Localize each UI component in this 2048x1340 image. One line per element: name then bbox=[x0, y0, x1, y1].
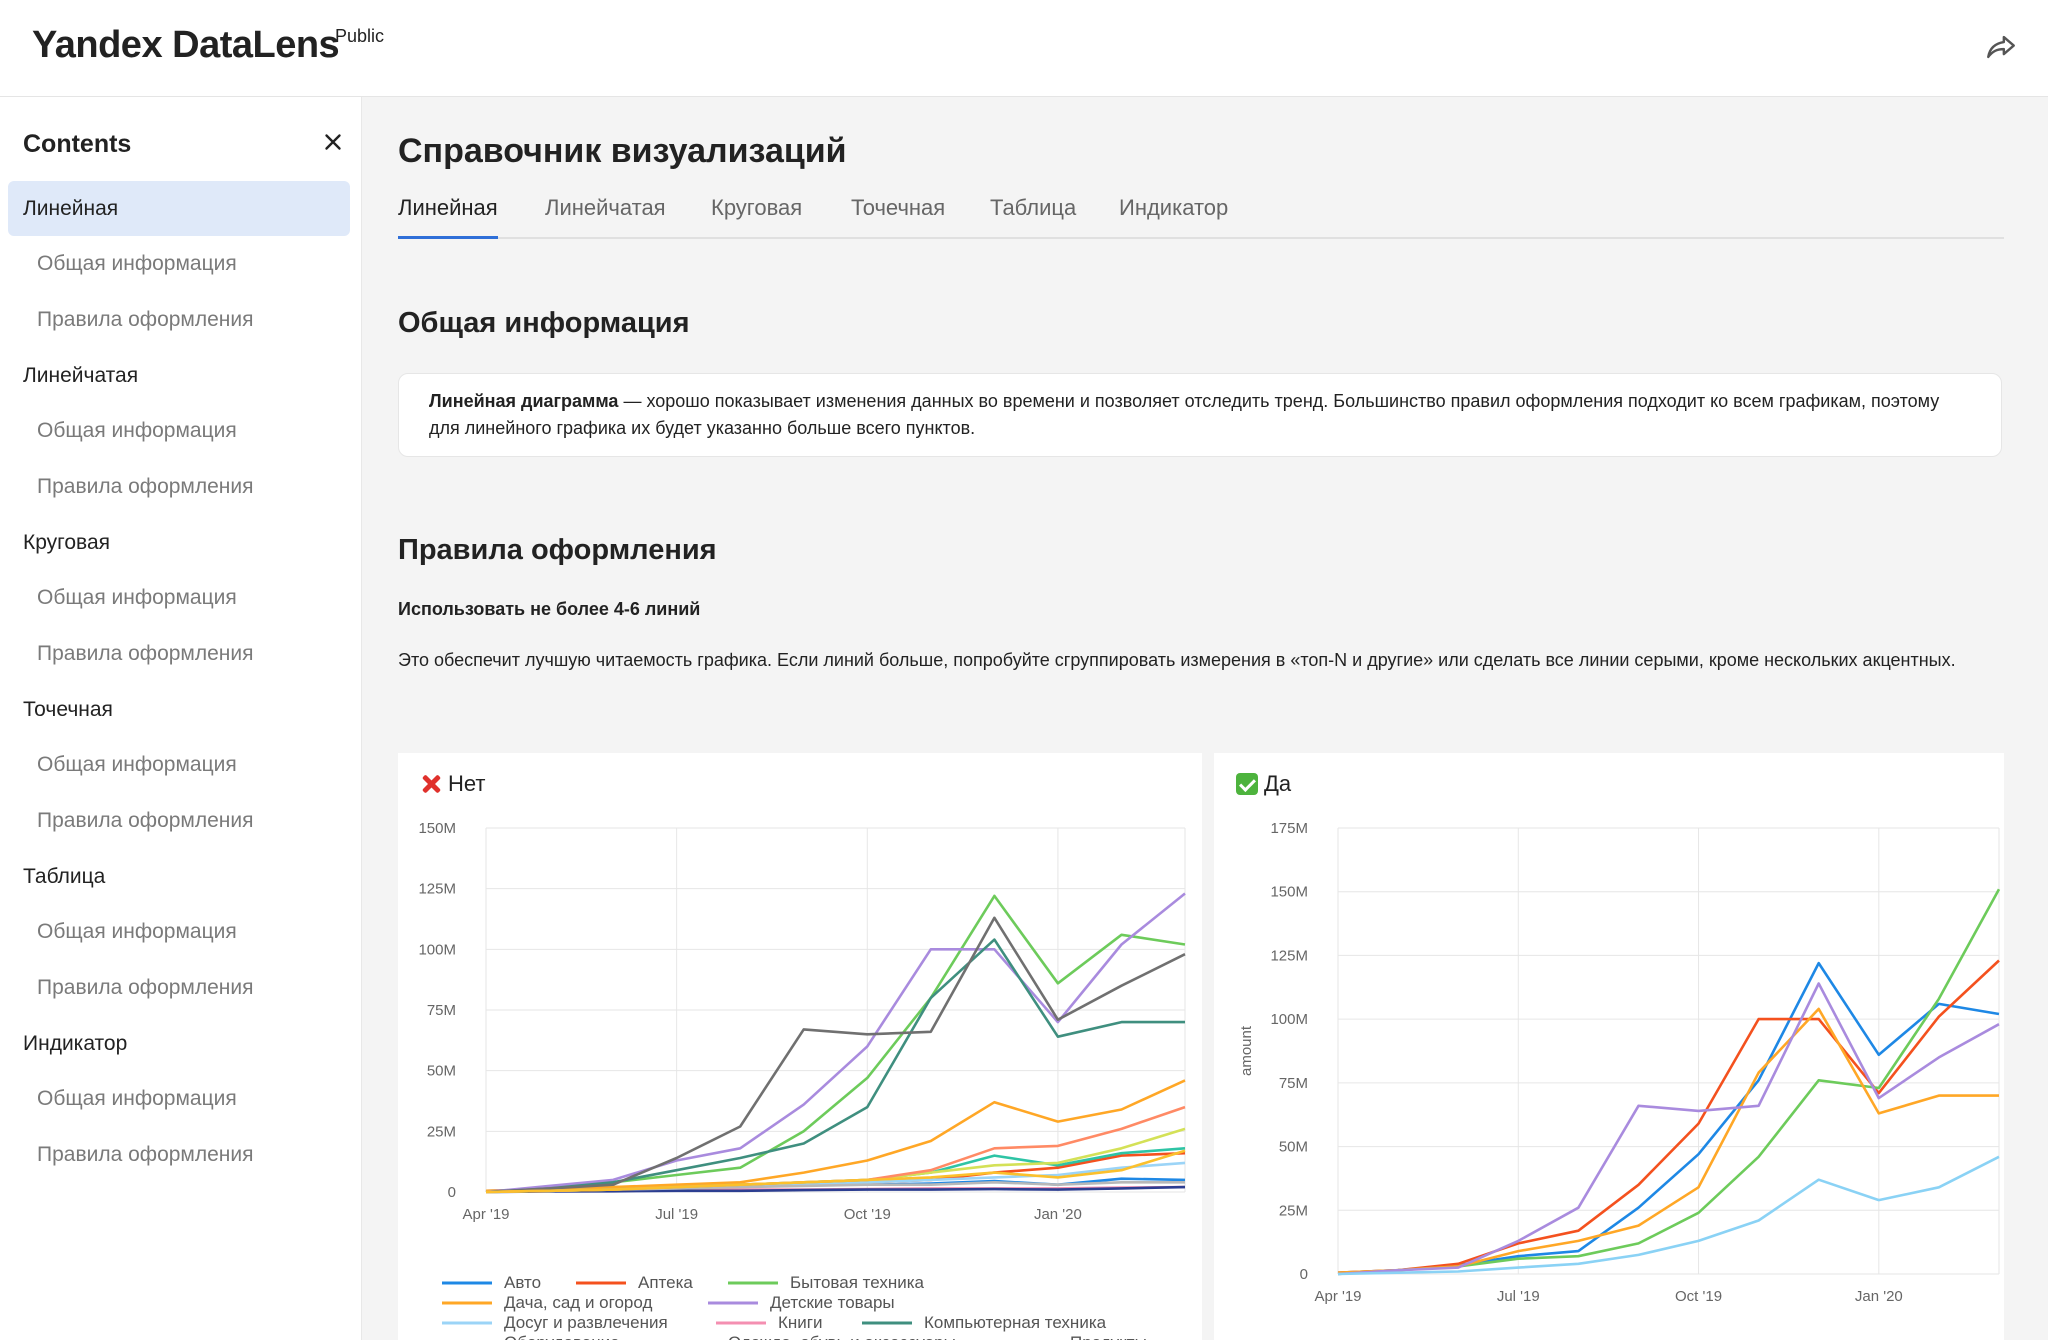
close-icon[interactable] bbox=[320, 129, 346, 155]
info-box: Линейная диаграмма — хорошо показывает и… bbox=[398, 373, 2002, 457]
y-tick-label: 150M bbox=[418, 820, 456, 837]
series-line[interactable] bbox=[1337, 959, 2000, 1274]
series-line[interactable] bbox=[1337, 1007, 1999, 1274]
toc-item-bar[interactable]: Линейчатая bbox=[8, 348, 350, 403]
y-tick-label: 100M bbox=[418, 941, 456, 958]
y-tick-label: 175M bbox=[1270, 820, 1308, 837]
series-line[interactable] bbox=[485, 938, 1185, 1194]
y-tick-label: 125M bbox=[418, 881, 456, 898]
x-tick-label: Jul '19 bbox=[1497, 1288, 1540, 1305]
tab-pie[interactable]: Круговая bbox=[711, 195, 802, 239]
series-line[interactable] bbox=[1337, 1155, 2000, 1276]
x-tick-label: Apr '19 bbox=[462, 1206, 509, 1223]
y-tick-label: 75M bbox=[427, 1002, 456, 1019]
toc-item-scatter-general[interactable]: Общая информация bbox=[8, 737, 350, 793]
toc-item-table-general[interactable]: Общая информация bbox=[8, 904, 350, 960]
app-logo[interactable]: Yandex DataLens bbox=[32, 24, 340, 67]
toc-item-table-rules[interactable]: Правила оформления bbox=[8, 960, 350, 1016]
chart-grid bbox=[485, 827, 1186, 1193]
legend-label[interactable]: Аптека bbox=[638, 1273, 693, 1292]
legend-label[interactable]: Книги bbox=[778, 1313, 822, 1332]
x-tick-label: Jul '19 bbox=[655, 1206, 698, 1223]
info-text: — хорошо показывает изменения данных во … bbox=[429, 391, 1940, 438]
legend-label[interactable]: Досуг и развлечения bbox=[504, 1313, 668, 1332]
page-title: Справочник визуализаций bbox=[398, 132, 847, 170]
tab-line[interactable]: Линейная bbox=[398, 195, 498, 239]
y-tick-label: 25M bbox=[1279, 1202, 1308, 1219]
y-tick-label: 100M bbox=[1270, 1011, 1308, 1028]
series-line[interactable] bbox=[1337, 888, 2001, 1276]
section-general-title: Общая информация bbox=[398, 307, 690, 339]
y-tick-label: 150M bbox=[1270, 884, 1308, 901]
tab-bar[interactable]: Линейчатая bbox=[545, 195, 666, 239]
series-line[interactable] bbox=[1337, 982, 2000, 1276]
legend-label[interactable]: Продукты bbox=[1070, 1333, 1147, 1340]
toc-item-line[interactable]: Линейная bbox=[8, 181, 350, 236]
sidebar-title: Contents bbox=[23, 130, 132, 158]
y-axis-label: amount bbox=[1238, 1025, 1255, 1076]
y-tick-label: 50M bbox=[427, 1063, 456, 1080]
toc-item-scatter[interactable]: Точечная bbox=[8, 682, 350, 737]
toc-item-bar-rules[interactable]: Правила оформления bbox=[8, 459, 350, 515]
toc-item-table[interactable]: Таблица bbox=[8, 849, 350, 904]
legend-label[interactable]: Одежда, обувь и аксессуары bbox=[728, 1333, 956, 1340]
rule-text: Это обеспечит лучшую читаемость графика.… bbox=[398, 650, 1956, 670]
series-line[interactable] bbox=[485, 916, 1186, 1194]
info-bold: Линейная диаграмма bbox=[429, 391, 619, 411]
y-tick-label: 0 bbox=[448, 1184, 456, 1201]
toc-item-indicator[interactable]: Индикатор bbox=[8, 1016, 350, 1071]
y-tick-label: 25M bbox=[427, 1123, 456, 1140]
toc-item-indicator-general[interactable]: Общая информация bbox=[8, 1071, 350, 1127]
tab-indicator[interactable]: Индикатор bbox=[1119, 195, 1228, 239]
y-tick-label: 125M bbox=[1270, 947, 1308, 964]
legend-label[interactable]: Компьютерная техника bbox=[924, 1313, 1107, 1332]
x-tick-label: Jan '20 bbox=[1034, 1206, 1082, 1223]
toc-item-line-rules[interactable]: Правила оформления bbox=[8, 292, 350, 348]
series-line[interactable] bbox=[485, 1105, 1186, 1194]
x-tick-label: Jan '20 bbox=[1855, 1288, 1903, 1305]
x-tick-label: Oct '19 bbox=[844, 1206, 891, 1223]
toc-item-pie-rules[interactable]: Правила оформления bbox=[8, 626, 350, 682]
y-tick-label: 50M bbox=[1279, 1139, 1308, 1156]
section-rules-title: Правила оформления bbox=[398, 534, 717, 566]
share-icon[interactable] bbox=[1984, 30, 2018, 64]
bad-example-card: Нет 0 25M 50M 75M 100M 125M 150M Apr '19 Jul '19… bbox=[398, 753, 1202, 1340]
legend-label[interactable]: Детские товары bbox=[770, 1293, 895, 1312]
x-tick-label: Apr '19 bbox=[1314, 1288, 1361, 1305]
good-example-card: Да 0 25M 50M 75M 100M 125M 150M 175M Apr '19 Jul … bbox=[1214, 753, 2004, 1340]
legend-label[interactable]: Бытовая техника bbox=[790, 1273, 925, 1292]
toc-item-pie[interactable]: Круговая bbox=[8, 515, 350, 570]
tab-table[interactable]: Таблица bbox=[990, 195, 1076, 239]
good-example-chart: 0 25M 50M 75M 100M 125M 150M 175M Apr '19 Jul '19… bbox=[1238, 820, 2001, 1305]
legend-label[interactable]: Оборудование bbox=[504, 1333, 620, 1340]
visualization-tabs: Линейная Линейчатая Круговая Точечная Та… bbox=[398, 195, 2004, 239]
toc-item-scatter-rules[interactable]: Правила оформления bbox=[8, 793, 350, 849]
series-line[interactable] bbox=[1337, 961, 2000, 1274]
series-line[interactable] bbox=[485, 894, 1186, 1194]
y-tick-label: 75M bbox=[1279, 1075, 1308, 1092]
legend-label[interactable]: Авто bbox=[504, 1273, 541, 1292]
app-header: Yandex DataLens Public bbox=[0, 0, 2048, 97]
tab-scatter[interactable]: Точечная bbox=[851, 195, 945, 239]
bad-example-chart: 0 25M 50M 75M 100M 125M 150M Apr '19 Jul '19 Oct … bbox=[418, 820, 1186, 1340]
rule-title: Использовать не более 4-6 линий bbox=[398, 599, 701, 619]
public-badge: Public bbox=[335, 26, 385, 46]
x-tick-label: Oct '19 bbox=[1675, 1288, 1722, 1305]
y-tick-label: 0 bbox=[1300, 1266, 1308, 1283]
legend-label[interactable]: Дача, сад и огород bbox=[504, 1293, 652, 1312]
toc-list: Линейная Общая информация Правила оформл… bbox=[8, 181, 350, 1183]
toc-item-line-general[interactable]: Общая информация bbox=[8, 236, 350, 292]
contents-sidebar: Contents Линейная Общая информация Прави… bbox=[0, 97, 362, 1340]
toc-item-indicator-rules[interactable]: Правила оформления bbox=[8, 1127, 350, 1183]
series-line[interactable] bbox=[485, 892, 1186, 1194]
toc-item-bar-general[interactable]: Общая информация bbox=[8, 403, 350, 459]
toc-item-pie-general[interactable]: Общая информация bbox=[8, 570, 350, 626]
